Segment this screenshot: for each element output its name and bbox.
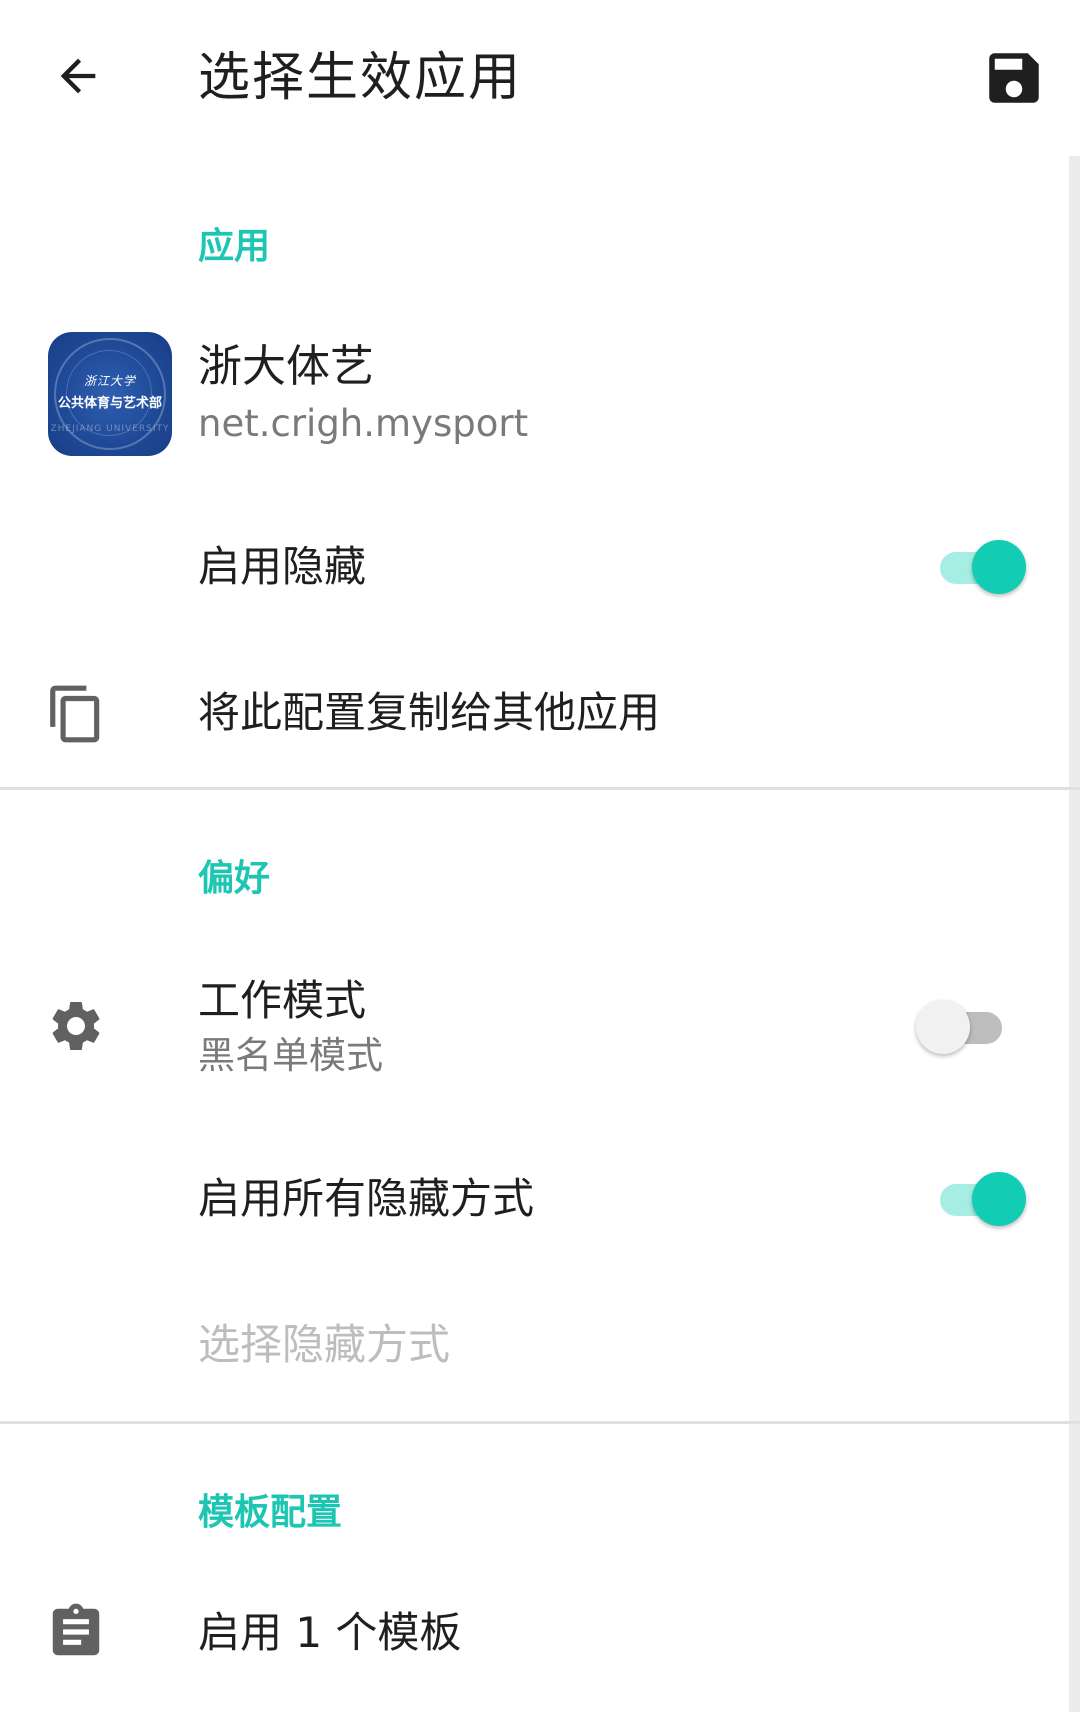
copy-config-label: 将此配置复制给其他应用 xyxy=(198,688,661,737)
switch-thumb xyxy=(972,540,1026,594)
enable-all-methods-switch[interactable] xyxy=(938,1168,1026,1228)
scrollbar[interactable] xyxy=(1069,156,1080,1712)
divider xyxy=(0,1421,1080,1424)
enable-hide-label: 启用隐藏 xyxy=(198,542,367,591)
gear-icon xyxy=(52,1002,100,1050)
save-button[interactable] xyxy=(978,42,1050,114)
app-package: net.crigh.mysport xyxy=(198,402,529,445)
app-icon-text-english: ZHEJIANG UNIVERSITY xyxy=(50,424,170,434)
switch-thumb xyxy=(972,1172,1026,1226)
work-mode-switch[interactable] xyxy=(916,996,1004,1056)
app-icon-text-department: 公共体育与艺术部 xyxy=(57,396,162,411)
gear-icon-slot xyxy=(44,994,108,1058)
app-icon: 浙江大学 公共体育与艺术部 ZHEJIANG UNIVERSITY xyxy=(48,332,172,456)
copy-icon-slot xyxy=(44,682,108,746)
work-mode-label: 工作模式 xyxy=(198,976,367,1025)
enable-all-methods-label: 启用所有隐藏方式 xyxy=(198,1174,535,1223)
work-mode-value: 黑名单模式 xyxy=(198,1034,383,1077)
app-icon-text-university: 浙江大学 xyxy=(83,374,136,388)
switch-thumb xyxy=(916,1000,970,1054)
clipboard-icon xyxy=(52,1603,100,1656)
enabled-templates-label: 启用 1 个模板 xyxy=(198,1608,462,1657)
divider xyxy=(0,787,1080,790)
back-button[interactable] xyxy=(44,42,112,110)
app-bar: 选择生效应用 xyxy=(0,0,1080,156)
section-header-app: 应用 xyxy=(198,226,271,267)
section-header-templates: 模板配置 xyxy=(198,1492,343,1533)
floppy-save-icon xyxy=(989,53,1039,103)
section-header-preferences: 偏好 xyxy=(198,858,271,899)
page-title: 选择生效应用 xyxy=(198,48,523,108)
select-methods-label: 选择隐藏方式 xyxy=(198,1320,451,1369)
enable-hide-switch[interactable] xyxy=(938,536,1026,596)
arrow-back-icon xyxy=(60,58,96,94)
clipboard-icon-slot xyxy=(44,1600,108,1664)
app-name: 浙大体艺 xyxy=(198,341,374,392)
copy-icon xyxy=(50,685,100,743)
